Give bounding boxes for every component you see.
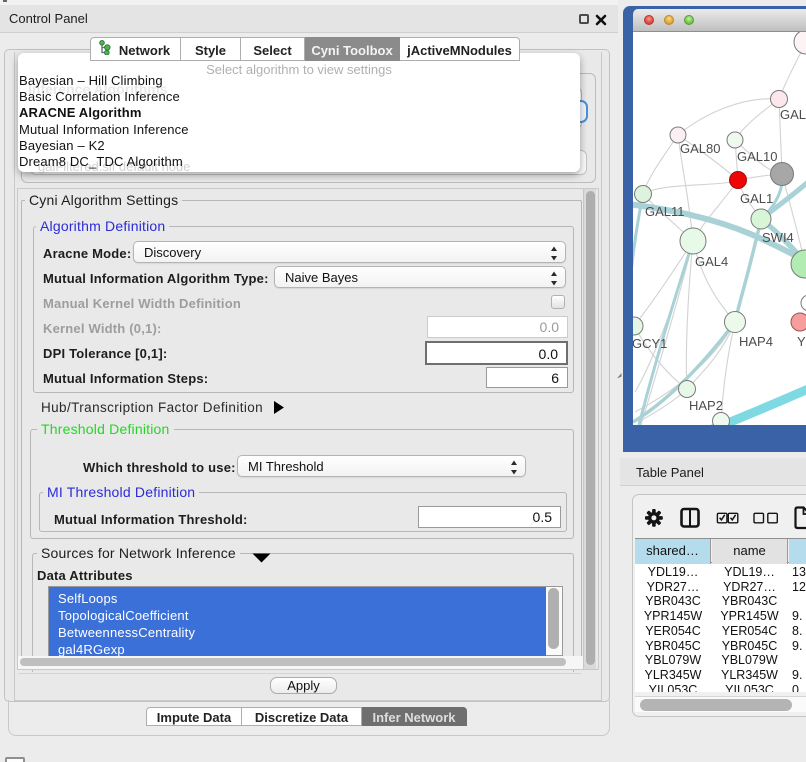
- svg-text:GAL: GAL: [780, 107, 806, 122]
- svg-text:Y: Y: [797, 334, 806, 349]
- svg-text:GAL4: GAL4: [695, 254, 728, 269]
- svg-text:GAL80: GAL80: [680, 141, 720, 156]
- svg-text:GAL10: GAL10: [737, 149, 777, 164]
- svg-text:GAL11: GAL11: [645, 204, 685, 219]
- svg-text:GCY1: GCY1: [633, 336, 667, 351]
- svg-text:HAP4: HAP4: [739, 334, 773, 349]
- svg-text:HAP2: HAP2: [689, 398, 723, 413]
- svg-text:GAL1: GAL1: [740, 191, 773, 206]
- svg-text:SWI4: SWI4: [762, 230, 794, 245]
